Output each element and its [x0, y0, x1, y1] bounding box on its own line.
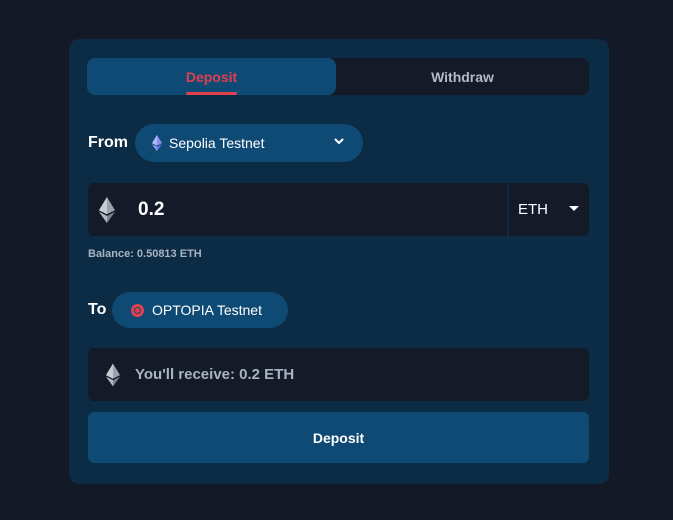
to-network-name: OPTOPIA Testnet [152, 302, 262, 318]
active-tab-indicator [186, 92, 237, 95]
tab-deposit-label: Deposit [185, 68, 238, 85]
balance-text: Balance: 0.50813 ETH [88, 248, 202, 260]
tab-withdraw-label: Withdraw [431, 68, 494, 85]
token-symbol: ETH [518, 201, 548, 218]
deposit-button-label: Deposit [312, 429, 365, 446]
amount-input[interactable] [138, 198, 503, 221]
tab-withdraw[interactable]: Withdraw [336, 58, 589, 95]
to-network-chip[interactable]: OPTOPIA Testnet [112, 292, 288, 328]
from-label: From [88, 134, 128, 151]
tab-deposit[interactable]: Deposit [87, 58, 336, 95]
ethereum-icon [99, 196, 115, 223]
from-network-name: Sepolia Testnet [169, 135, 265, 151]
ethereum-icon [106, 363, 120, 386]
chevron-down-icon [334, 138, 344, 144]
optopia-logo-icon [131, 303, 144, 317]
deposit-button[interactable]: Deposit [88, 412, 589, 463]
ethereum-icon [152, 135, 162, 151]
amount-field-container: ETH [88, 183, 589, 236]
receive-amount-text: You'll receive: 0.2 ETH [135, 366, 295, 383]
caret-down-icon [569, 206, 579, 211]
token-selector[interactable]: ETH [507, 183, 589, 236]
receive-summary: You'll receive: 0.2 ETH [88, 348, 589, 401]
to-label: To [88, 301, 107, 318]
from-network-selector[interactable]: Sepolia Testnet [135, 124, 363, 162]
bridge-card: Deposit Withdraw From Sepolia Testnet ET… [69, 39, 609, 484]
tab-bar: Deposit Withdraw [87, 58, 589, 95]
